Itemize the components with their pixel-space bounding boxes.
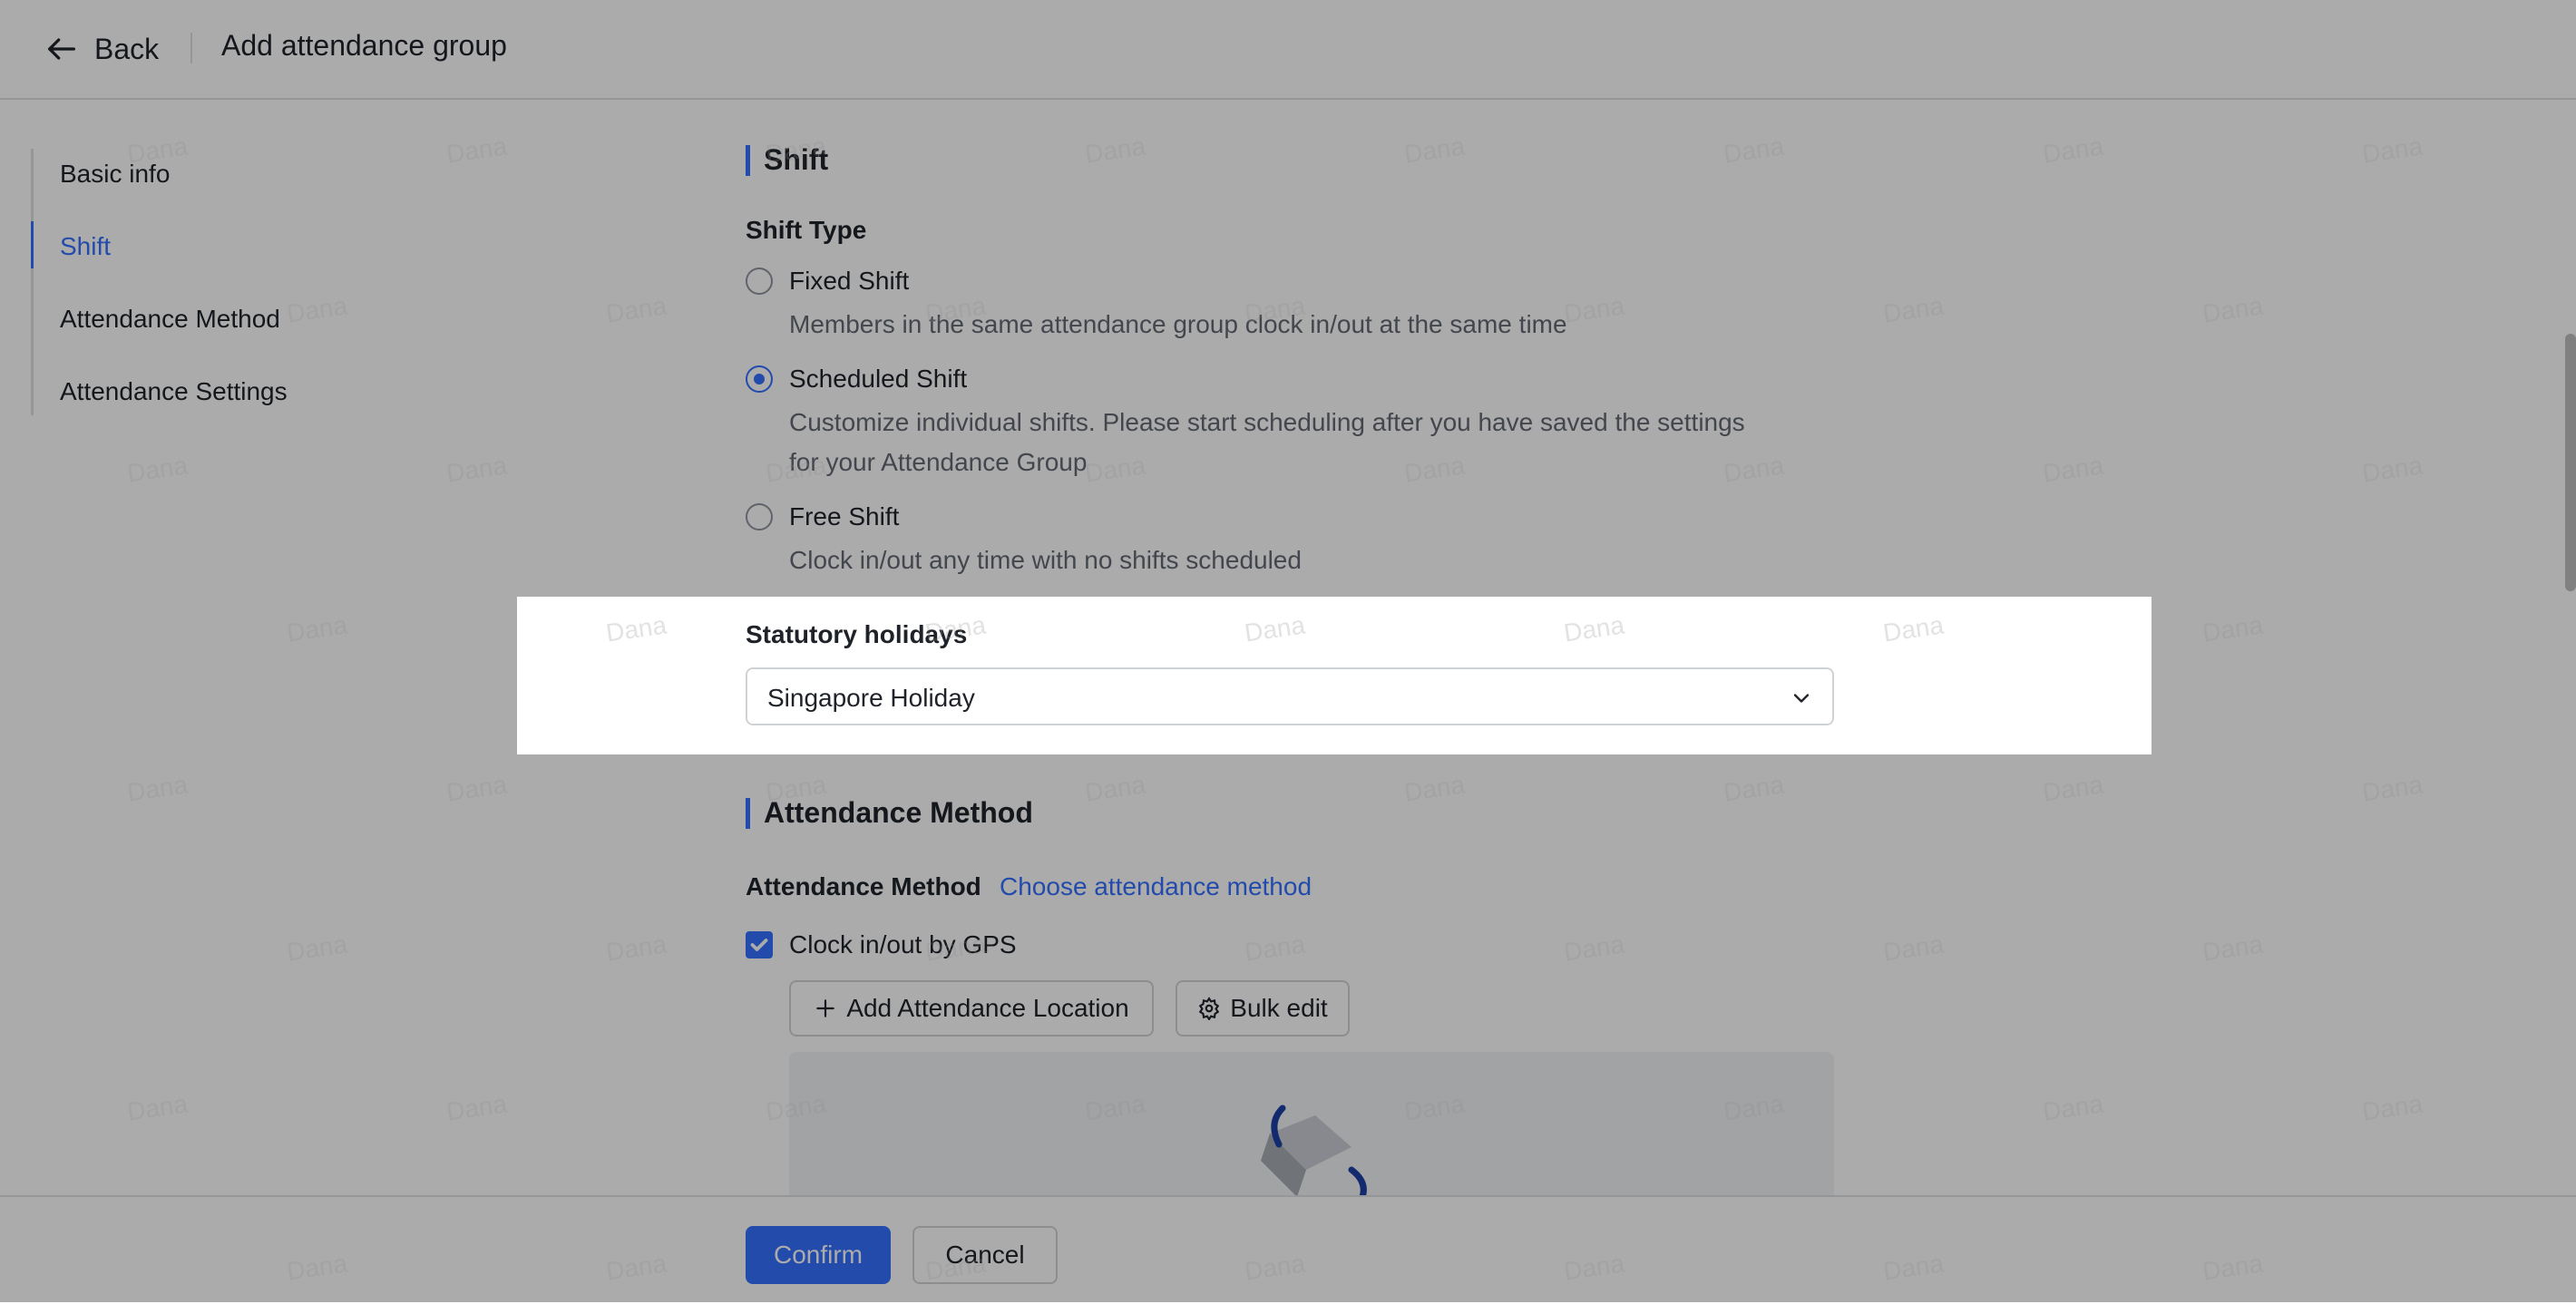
add-attendance-location-label: Add Attendance Location: [846, 994, 1129, 1022]
radio-fixed-shift[interactable]: [746, 268, 773, 295]
scrollbar-thumb[interactable]: [2565, 334, 2576, 591]
watermark: Dana: [2200, 291, 2265, 328]
watermark: Dana: [285, 929, 349, 967]
dim-overlay-left: [0, 597, 517, 754]
map-illustration-icon: [1261, 1105, 1367, 1197]
watermark: Dana: [1562, 929, 1626, 967]
watermark: Dana: [2041, 451, 2105, 488]
shift-type-label: Shift Type: [746, 216, 867, 244]
watermark: Dana: [1722, 770, 1786, 807]
sidebar-item-attendance-method[interactable]: Attendance Method: [60, 305, 280, 334]
top-header: Back Add attendance group: [0, 0, 2576, 100]
watermark: Dana: [1402, 451, 1467, 488]
watermark: Dana: [604, 291, 668, 328]
watermark: Dana: [2360, 131, 2425, 169]
cancel-button[interactable]: Cancel: [912, 1226, 1058, 1284]
watermark: Dana: [2360, 451, 2425, 488]
watermark: Dana: [1402, 770, 1467, 807]
page-title: Add attendance group: [221, 29, 507, 62]
watermark: Dana: [125, 451, 190, 488]
watermark: Dana: [1402, 131, 1467, 169]
cancel-button-label: Cancel: [945, 1241, 1025, 1269]
scheduled-shift-description-line2: for your Attendance Group: [789, 448, 1088, 476]
footer-bar: Confirm Cancel: [0, 1195, 2576, 1304]
watermark: Dana: [285, 291, 349, 328]
free-shift-label: Free Shift: [789, 502, 900, 530]
watermark: Dana: [604, 610, 668, 647]
watermark: Dana: [1562, 291, 1626, 328]
watermark: Dana: [444, 451, 509, 488]
watermark: Dana: [1881, 610, 1946, 647]
scheduled-shift-label: Scheduled Shift: [789, 365, 968, 393]
bulk-edit-button[interactable]: Bulk edit: [1176, 980, 1350, 1036]
watermark: Dana: [2360, 770, 2425, 807]
add-attendance-location-button[interactable]: Add Attendance Location: [789, 980, 1154, 1036]
scheduled-shift-description-line1: Customize individual shifts. Please star…: [789, 408, 1745, 436]
choose-attendance-method-link[interactable]: Choose attendance method: [1000, 872, 1312, 901]
watermark: Dana: [444, 770, 509, 807]
watermark: Dana: [444, 131, 509, 169]
shift-section-title: Shift: [764, 143, 829, 176]
watermark: Dana: [2200, 610, 2265, 647]
sidebar-item-attendance-settings[interactable]: Attendance Settings: [60, 377, 288, 406]
radio-free-shift[interactable]: [746, 503, 773, 530]
watermark: Dana: [1083, 131, 1147, 169]
attendance-method-label: Attendance Method: [746, 872, 981, 900]
sidebar-rail: [31, 149, 34, 415]
gps-checkbox[interactable]: [746, 931, 773, 959]
watermark: Dana: [2041, 131, 2105, 169]
watermark: Dana: [1722, 131, 1786, 169]
radio-scheduled-shift[interactable]: [746, 365, 773, 393]
bulk-edit-label: Bulk edit: [1230, 994, 1328, 1022]
sidebar-active-indicator: [31, 221, 34, 268]
watermark: Dana: [1562, 610, 1626, 647]
watermark: Dana: [285, 610, 349, 647]
dim-overlay-right: [2152, 597, 2576, 754]
section-accent-bar: [746, 145, 750, 176]
gear-icon: [1199, 997, 1220, 1020]
watermark: Dana: [1881, 929, 1946, 967]
statutory-holidays-value: Singapore Holiday: [767, 684, 975, 712]
watermark: Dana: [1083, 770, 1147, 807]
watermark: Dana: [125, 770, 190, 807]
fixed-shift-label: Fixed Shift: [789, 267, 910, 295]
watermark: Dana: [604, 929, 668, 967]
section-accent-bar: [746, 798, 750, 829]
watermark: Dana: [1881, 291, 1946, 328]
free-shift-description: Clock in/out any time with no shifts sch…: [789, 546, 1302, 574]
statutory-holidays-label: Statutory holidays: [746, 620, 968, 648]
confirm-button-label: Confirm: [773, 1241, 863, 1269]
watermark: Dana: [444, 1089, 509, 1126]
chevron-down-icon: [1793, 694, 1810, 703]
confirm-button[interactable]: Confirm: [746, 1226, 891, 1284]
sidebar-item-shift[interactable]: Shift: [60, 232, 111, 261]
watermark: Dana: [1243, 610, 1307, 647]
watermark: Dana: [2041, 1089, 2105, 1126]
sidebar-item-basic-info[interactable]: Basic info: [60, 160, 170, 189]
watermark: Dana: [1243, 929, 1307, 967]
watermark: Dana: [1722, 451, 1786, 488]
arrow-left-icon: [48, 38, 76, 60]
back-button[interactable]: Back: [44, 25, 159, 73]
watermark: Dana: [2041, 770, 2105, 807]
fixed-shift-description: Members in the same attendance group clo…: [789, 310, 1567, 338]
watermark: Dana: [125, 1089, 190, 1126]
plus-icon: [816, 999, 835, 1017]
check-icon: [750, 939, 768, 951]
location-empty-state: [789, 1052, 1834, 1197]
back-button-label: Back: [94, 32, 160, 65]
gps-label: Clock in/out by GPS: [789, 930, 1017, 959]
watermark: Dana: [2360, 1089, 2425, 1126]
attendance-method-section-title: Attendance Method: [764, 796, 1033, 829]
statutory-holidays-select[interactable]: Singapore Holiday: [746, 667, 1834, 725]
header-divider: [190, 33, 192, 63]
watermark: Dana: [2200, 929, 2265, 967]
watermark: Dana: [1083, 451, 1147, 488]
